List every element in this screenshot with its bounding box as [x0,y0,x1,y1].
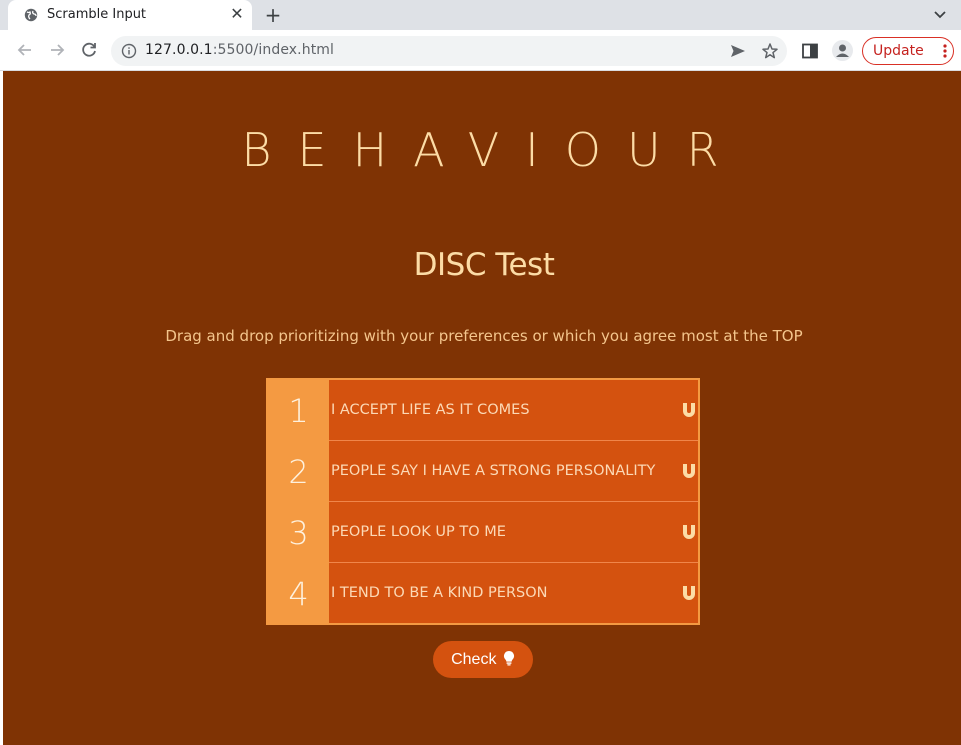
instructions-text: Drag and drop prioritizing with your pre… [165,327,803,345]
draggable-item[interactable]: PEOPLE LOOK UP TO ME [329,502,698,563]
rank-column: 1 2 3 4 [268,380,329,623]
item-text: I ACCEPT LIFE AS IT COMES [331,402,530,418]
more-vert-icon [943,44,947,58]
check-label: Check [451,651,497,668]
magnet-icon[interactable] [681,585,697,602]
item-text: PEOPLE LOOK UP TO ME [331,524,506,540]
url-text[interactable]: 127.0.0.1:5500/index.html [145,42,334,58]
chevron-down-icon[interactable] [930,6,950,24]
draggable-item[interactable]: I TEND TO BE A KIND PERSON [329,563,698,624]
forward-icon[interactable] [46,39,68,61]
browser-toolbar: 127.0.0.1:5500/index.html Update [0,30,961,71]
rank-number: 2 [288,453,309,491]
globe-icon [24,8,38,22]
magnet-icon[interactable] [681,402,697,419]
draggable-item[interactable]: PEOPLE SAY I HAVE A STRONG PERSONALITY [329,441,698,502]
profile-avatar-icon[interactable] [832,40,853,61]
info-icon[interactable] [121,43,137,59]
side-panel-icon[interactable] [801,42,819,60]
page-title: DISC Test [413,247,555,283]
tab-strip: Scramble Input ✕ + [0,0,961,30]
close-tab-icon[interactable]: ✕ [228,5,246,23]
new-tab-button[interactable]: + [261,3,285,27]
update-button[interactable]: Update [862,37,954,65]
person-icon [836,44,849,57]
magnet-icon[interactable] [681,463,697,480]
update-label: Update [873,43,924,59]
url-host: 127.0.0.1 [145,42,213,58]
item-text: I TEND TO BE A KIND PERSON [331,585,548,601]
rank-number: 1 [288,392,309,430]
lightbulb-icon [503,650,514,666]
brand-title: BEHAVIOUR [241,123,745,177]
sortable-list: 1 2 3 4 I ACCEPT LIFE AS IT COMES PEOPLE… [266,378,700,625]
back-icon[interactable] [14,39,36,61]
rank-number: 3 [288,514,309,552]
magnet-icon[interactable] [681,524,697,541]
page-content: BEHAVIOUR DISC Test Drag and drop priori… [3,71,961,745]
address-bar[interactable]: 127.0.0.1:5500/index.html [111,36,787,66]
reload-icon[interactable] [78,39,100,61]
star-icon[interactable] [761,42,779,60]
send-icon[interactable] [729,43,747,59]
draggable-item[interactable]: I ACCEPT LIFE AS IT COMES [329,380,698,441]
rank-number: 4 [288,575,309,613]
item-text: PEOPLE SAY I HAVE A STRONG PERSONALITY [331,463,656,479]
url-path: :5500/index.html [212,42,335,58]
tab-title: Scramble Input [47,7,147,22]
browser-tab[interactable]: Scramble Input ✕ [8,0,252,30]
check-button[interactable]: Check [433,641,533,678]
